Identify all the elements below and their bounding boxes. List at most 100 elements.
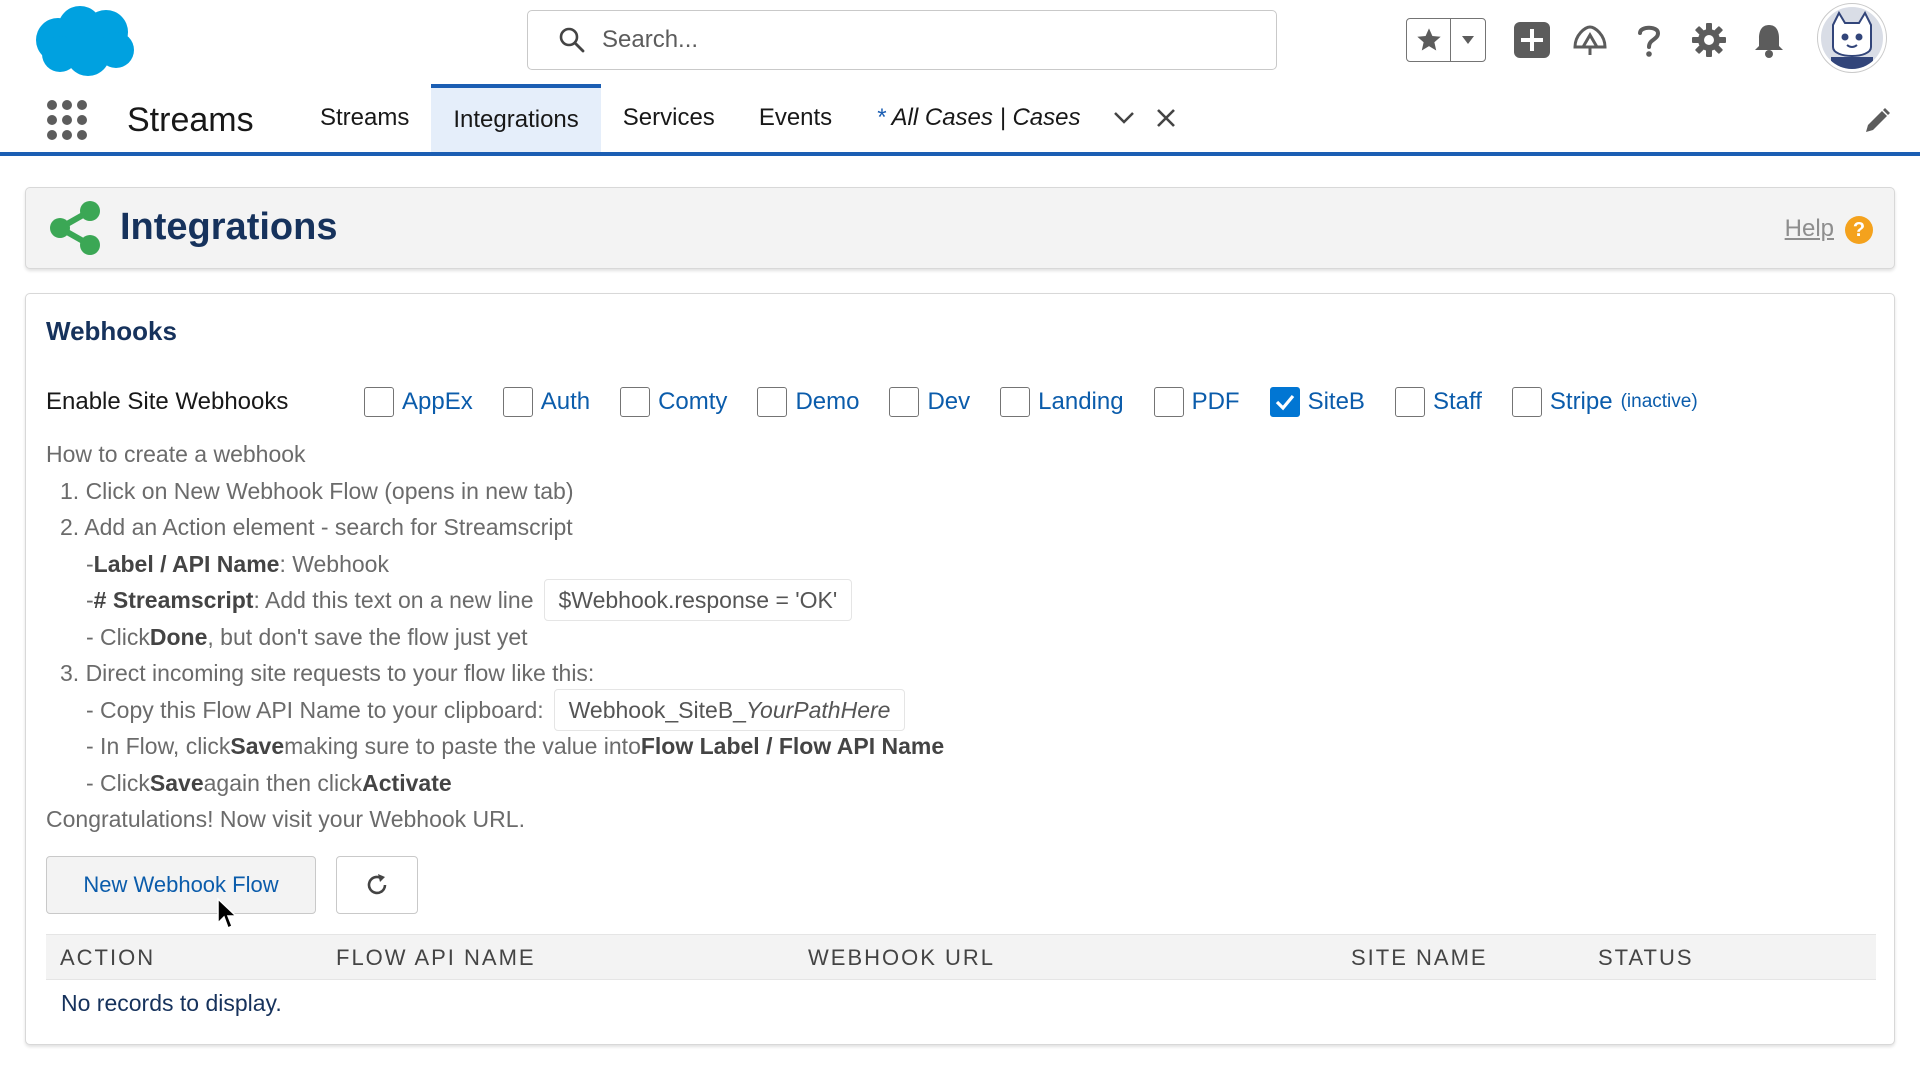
site-option-landing[interactable]: Landing: [1000, 387, 1124, 417]
chevron-down-icon: [1462, 36, 1474, 44]
share-icon: [50, 201, 100, 255]
column-header-status[interactable]: Status: [1598, 945, 1694, 971]
flow-api-name-italic: YourPathHere: [745, 696, 891, 723]
site-checkbox-dev[interactable]: [889, 387, 920, 417]
refresh-icon: [367, 874, 387, 895]
site-checkbox-auth[interactable]: [502, 387, 533, 417]
flow-api-name-plain: Webhook_SiteB_: [568, 696, 746, 723]
empty-table-message: No records to display.: [61, 990, 282, 1016]
instruction-step-2: 2. Add an Action element - search for St…: [60, 514, 573, 540]
site-option-siteb[interactable]: SiteB: [1269, 387, 1365, 417]
avatar[interactable]: [1818, 4, 1886, 72]
streamscript-code-snippet[interactable]: $Webhook.response = 'OK': [543, 579, 853, 622]
instruction-step-2a: - Label / API Name : Webhook: [46, 546, 1246, 583]
tab-all-cases-label: All Cases | Cases: [891, 104, 1081, 131]
step-2a-bold: Label / API Name: [93, 550, 280, 577]
close-icon: [1156, 109, 1175, 127]
app-navigation-bar: Streams Streams Integrations Services Ev…: [0, 84, 1920, 156]
tab-all-cases[interactable]: * All Cases | Cases: [854, 84, 1102, 152]
webhooks-section-title: Webhooks: [46, 316, 177, 346]
trailhead-button[interactable]: [1568, 18, 1612, 62]
global-actions-button[interactable]: [1510, 18, 1554, 62]
site-name-label: Comty: [658, 388, 728, 415]
site-option-appex[interactable]: AppEx: [364, 387, 473, 417]
site-checkbox-list: AppEx Auth Comty Demo Dev Landing PDF SiteB Staf…: [364, 387, 1728, 417]
step-2b-rest: : Add this text on a new line: [253, 587, 534, 613]
tab-services[interactable]: Services: [601, 84, 737, 152]
new-webhook-flow-button[interactable]: New Webhook Flow: [46, 856, 316, 914]
column-header-site-name[interactable]: Site Name: [1351, 945, 1488, 971]
step-3c-bold-1: Save: [149, 769, 204, 796]
bell-icon: [1755, 25, 1783, 58]
instruction-step-3c: - Click Save again then click Activate: [46, 765, 1246, 802]
tab-integrations[interactable]: Integrations: [431, 84, 601, 152]
site-checkbox-comty[interactable]: [620, 387, 651, 417]
site-checkbox-pdf[interactable]: [1153, 387, 1184, 417]
instruction-step-3b: - In Flow, click Save making sure to pas…: [46, 728, 1246, 765]
notifications-button[interactable]: [1747, 18, 1791, 62]
site-option-comty[interactable]: Comty: [620, 387, 727, 417]
help-link[interactable]: Help: [1785, 215, 1834, 243]
app-launcher-icon[interactable]: [45, 98, 89, 142]
webhooks-card: Webhooks Enable Site Webhooks AppEx Auth C…: [25, 293, 1895, 1045]
tab-events[interactable]: Events: [737, 84, 854, 152]
site-option-auth[interactable]: Auth: [502, 387, 590, 417]
instruction-step-3a: - Copy this Flow API Name to your clipbo…: [46, 688, 1246, 731]
tab-dropdown-button[interactable]: [1103, 84, 1145, 152]
site-option-pdf[interactable]: PDF: [1153, 387, 1240, 417]
enable-site-webhooks-label: Enable Site Webhooks: [46, 388, 289, 415]
site-checkbox-demo[interactable]: [757, 387, 788, 417]
flow-api-name-snippet[interactable]: Webhook_SiteB_YourPathHere: [553, 688, 906, 731]
enable-site-webhooks-row: Enable Site Webhooks AppEx Auth Comty Demo D…: [46, 382, 1728, 422]
instruction-step-1: 1. Click on New Webhook Flow (opens in n…: [60, 477, 574, 504]
help-button[interactable]: [1627, 18, 1671, 62]
edit-nav-items-button[interactable]: [1862, 106, 1892, 136]
step-3c-bold-2: Activate: [362, 769, 452, 796]
site-option-dev[interactable]: Dev: [889, 387, 970, 417]
step-3b-mid: making sure to paste the value into: [284, 733, 641, 759]
instruction-step-2c: - Click Done , but don't save the flow j…: [46, 619, 1246, 656]
step-2c-rest: , but don't save the flow just yet: [207, 623, 528, 650]
site-name-label: Demo: [795, 388, 860, 415]
site-name-label: Stripe: [1549, 388, 1613, 415]
unsaved-indicator: *: [876, 104, 886, 131]
salesforce-cloud-logo[interactable]: [28, 2, 140, 80]
site-name-label: SiteB: [1307, 388, 1365, 415]
site-name-label: Dev: [927, 388, 971, 415]
site-option-staff[interactable]: Staff: [1394, 387, 1482, 417]
site-name-label: PDF: [1191, 388, 1240, 415]
tab-streams[interactable]: Streams: [298, 84, 431, 152]
gear-icon: [1692, 23, 1726, 57]
site-checkbox-staff[interactable]: [1394, 387, 1425, 417]
instruction-step-3: 3. Direct incoming site requests to your…: [60, 660, 595, 686]
site-option-demo[interactable]: Demo: [757, 387, 859, 417]
site-option-stripe[interactable]: Stripe (inactive): [1511, 387, 1698, 417]
help-question-icon[interactable]: ?: [1845, 216, 1873, 244]
favorites-button-group: [1406, 18, 1486, 62]
webhooks-table-header: Action Flow API Name Webhook URL Site Na…: [46, 934, 1876, 980]
column-header-flow-api-name[interactable]: Flow API Name: [336, 945, 536, 971]
column-header-webhook-url[interactable]: Webhook URL: [808, 945, 995, 971]
tab-close-button[interactable]: [1145, 84, 1187, 152]
site-checkbox-siteb[interactable]: [1269, 387, 1300, 417]
global-search[interactable]: [527, 10, 1277, 70]
page-title: Integrations: [120, 206, 338, 248]
setup-button[interactable]: [1687, 18, 1731, 62]
search-input[interactable]: [600, 25, 1250, 55]
refresh-button[interactable]: [336, 856, 418, 914]
question-icon: [1638, 25, 1661, 57]
favorites-list-button[interactable]: [1451, 19, 1485, 61]
step-3c-prefix: - Click: [86, 769, 150, 796]
instruction-step-2b: - # Streamscript : Add this text on a ne…: [46, 579, 1246, 622]
plus-icon: [1514, 22, 1550, 58]
nav-tabs: Streams Integrations Services Events * A…: [298, 84, 1187, 152]
step-3a-text: - Copy this Flow API Name to your clipbo…: [86, 696, 544, 723]
step-2b-bold: # Streamscript: [93, 587, 254, 613]
step-3b-prefix: - In Flow, click: [86, 733, 231, 759]
site-checkbox-landing[interactable]: [1000, 387, 1031, 417]
favorite-star-button[interactable]: [1407, 19, 1451, 61]
column-header-action[interactable]: Action: [60, 945, 155, 971]
webhook-instructions: How to create a webhook 1. Click on New …: [46, 436, 1246, 838]
site-checkbox-stripe[interactable]: [1511, 387, 1542, 417]
site-checkbox-appex[interactable]: [364, 387, 394, 417]
